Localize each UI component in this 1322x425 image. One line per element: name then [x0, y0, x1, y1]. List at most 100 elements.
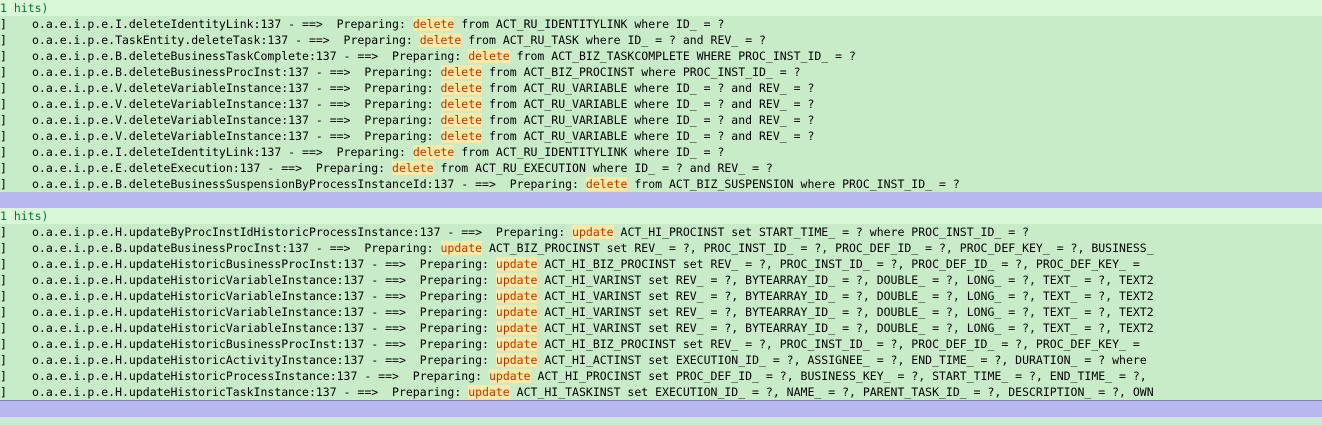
search-match-highlight: update: [495, 353, 538, 367]
search-match-highlight: update: [495, 257, 538, 271]
log-line[interactable]: ] o.a.e.i.p.e.I.deleteIdentityLink:137 - …: [0, 144, 1322, 160]
sql-text: ACT_HI_BIZ_PROCINST set REV_ = ?, PROC_I…: [537, 257, 1147, 271]
sql-text: from ACT_BIZ_PROCINST where PROC_INST_ID…: [482, 65, 801, 79]
log-line[interactable]: ] o.a.e.i.p.e.TaskEntity.deleteTask:137 -…: [0, 32, 1322, 48]
log-source: o.a.e.i.p.e.V.deleteVariableInstance:137…: [32, 129, 441, 143]
line-bracket: ]: [0, 337, 7, 351]
log-source: o.a.e.i.p.e.B.deleteBusinessProcInst:137…: [32, 65, 441, 79]
log-source: o.a.e.i.p.e.H.updateHistoricVariableInst…: [32, 289, 496, 303]
search-match-highlight: update: [495, 305, 538, 319]
log-source: o.a.e.i.p.e.V.deleteVariableInstance:137…: [32, 97, 441, 111]
log-source: o.a.e.i.p.e.E.deleteExecution:137 - ==> …: [32, 161, 393, 175]
search-match-highlight: delete: [468, 49, 510, 63]
sql-text: from ACT_RU_EXECUTION where ID_ = ? and …: [433, 161, 773, 175]
sql-text: ACT_HI_PROCINST set START_TIME_ = ? wher…: [613, 225, 1030, 239]
log-line[interactable]: ] o.a.e.i.p.e.H.updateByProcInstIdHistori…: [0, 224, 1322, 240]
log-source: o.a.e.i.p.e.H.updateByProcInstIdHistoric…: [32, 225, 573, 239]
log-line[interactable]: ] o.a.e.i.p.e.V.deleteVariableInstance:13…: [0, 80, 1322, 96]
log-source: o.a.e.i.p.e.H.updateHistoricVariableInst…: [32, 321, 496, 335]
line-bracket: ]: [0, 177, 7, 191]
search-match-highlight: delete: [419, 33, 462, 47]
line-bracket: ]: [0, 33, 7, 47]
search-match-highlight: delete: [440, 81, 483, 95]
log-source: o.a.e.i.p.e.H.updateHistoricBusinessProc…: [32, 257, 496, 271]
line-bracket: ]: [0, 145, 7, 159]
log-source: o.a.e.i.p.e.H.updateHistoricTaskInstance…: [32, 385, 469, 399]
log-source: o.a.e.i.p.e.I.deleteIdentityLink:137 - =…: [32, 17, 413, 31]
log-line[interactable]: ] o.a.e.i.p.e.B.deleteBusinessProcInst:13…: [0, 64, 1322, 80]
log-rows: ] o.a.e.i.p.e.H.updateByProcInstIdHistori…: [0, 224, 1322, 400]
log-source: o.a.e.i.p.e.H.updateHistoricActivityInst…: [32, 353, 496, 367]
sql-text: from ACT_RU_IDENTITYLINK where ID_ = ?: [454, 145, 725, 159]
search-match-highlight: update: [488, 369, 531, 383]
sql-text: ACT_HI_TASKINST set EXECUTION_ID_ = ?, N…: [509, 385, 1154, 399]
log-line[interactable]: ] o.a.e.i.p.e.B.deleteBusinessSuspensionB…: [0, 176, 1322, 192]
log-line[interactable]: ] o.a.e.i.p.e.H.updateHistoricActivityIns…: [0, 352, 1322, 368]
search-match-highlight: update: [495, 321, 538, 335]
sql-text: ACT_HI_VARINST set REV_ = ?, BYTEARRAY_I…: [537, 289, 1154, 303]
log-line[interactable]: ] o.a.e.i.p.e.H.updateHistoricVariableIns…: [0, 288, 1322, 304]
log-source: o.a.e.i.p.e.H.updateHistoricProcessInsta…: [32, 369, 489, 383]
search-match-highlight: delete: [440, 65, 483, 79]
line-bracket: ]: [0, 113, 7, 127]
log-line[interactable]: ] o.a.e.i.p.e.V.deleteVariableInstance:13…: [0, 96, 1322, 112]
log-line[interactable]: ] o.a.e.i.p.e.B.deleteBusinessTaskComplet…: [0, 48, 1322, 64]
line-bracket: ]: [0, 369, 7, 383]
line-bracket: ]: [0, 65, 7, 79]
search-match-highlight: delete: [440, 129, 483, 143]
search-match-highlight: update: [468, 385, 510, 399]
line-bracket: ]: [0, 81, 7, 95]
log-line[interactable]: ] o.a.e.i.p.e.V.deleteVariableInstance:13…: [0, 128, 1322, 144]
line-bracket: ]: [0, 49, 7, 63]
hits-header[interactable]: 1 hits): [0, 0, 1322, 16]
sql-text: ACT_HI_ACTINST set EXECUTION_ID_ = ?, AS…: [537, 353, 1147, 367]
log-line[interactable]: ] o.a.e.i.p.e.H.updateHistoricBusinessPro…: [0, 336, 1322, 352]
sql-text: ACT_HI_PROCINST set PROC_DEF_ID_ = ?, BU…: [530, 369, 1147, 383]
line-bracket: ]: [0, 17, 7, 31]
log-source: o.a.e.i.p.e.H.updateHistoricVariableInst…: [32, 273, 496, 287]
sql-text: from ACT_BIZ_SUSPENSION where PROC_INST_…: [627, 177, 960, 191]
log-source: o.a.e.i.p.e.B.deleteBusinessTaskComplete…: [32, 49, 469, 63]
log-line[interactable]: ] o.a.e.i.p.e.H.updateHistoricVariableIns…: [0, 272, 1322, 288]
sql-text: ACT_HI_VARINST set REV_ = ?, BYTEARRAY_I…: [537, 321, 1154, 335]
search-match-highlight: update: [440, 241, 483, 255]
sql-text: from ACT_RU_VARIABLE where ID_ = ? and R…: [482, 129, 815, 143]
log-line[interactable]: ] o.a.e.i.p.e.I.deleteIdentityLink:137 - …: [0, 16, 1322, 32]
search-match-highlight: delete: [585, 177, 628, 191]
log-view: 1 hits) ] o.a.e.i.p.e.I.deleteIdentityLin…: [0, 0, 1322, 417]
log-line[interactable]: ] o.a.e.i.p.e.H.updateHistoricVariableIns…: [0, 320, 1322, 336]
line-bracket: ]: [0, 129, 7, 143]
line-bracket: ]: [0, 289, 7, 303]
log-line[interactable]: ] o.a.e.i.p.e.B.updateBusinessProcInst:13…: [0, 240, 1322, 256]
search-match-highlight: update: [495, 273, 538, 287]
line-bracket: ]: [0, 353, 7, 367]
log-line[interactable]: ] o.a.e.i.p.e.V.deleteVariableInstance:13…: [0, 112, 1322, 128]
search-result-block-1: 1 hits) ] o.a.e.i.p.e.I.deleteIdentityLin…: [0, 0, 1322, 192]
search-match-highlight: update: [572, 225, 614, 239]
log-line[interactable]: ] o.a.e.i.p.e.H.updateHistoricVariableIns…: [0, 304, 1322, 320]
log-line[interactable]: ] o.a.e.i.p.e.H.updateHistoricProcessInst…: [0, 368, 1322, 384]
sql-text: from ACT_RU_VARIABLE where ID_ = ? and R…: [482, 97, 815, 111]
sql-text: ACT_HI_VARINST set REV_ = ?, BYTEARRAY_I…: [537, 305, 1154, 319]
line-bracket: ]: [0, 305, 7, 319]
line-bracket: ]: [0, 385, 7, 399]
log-source: o.a.e.i.p.e.V.deleteVariableInstance:137…: [32, 113, 441, 127]
log-rows: ] o.a.e.i.p.e.I.deleteIdentityLink:137 - …: [0, 16, 1322, 192]
log-source: o.a.e.i.p.e.B.deleteBusinessSuspensionBy…: [32, 177, 586, 191]
search-result-block-2: 1 hits) ] o.a.e.i.p.e.H.updateByProcInstI…: [0, 208, 1322, 400]
sql-text: from ACT_RU_TASK where ID_ = ? and REV_ …: [461, 33, 766, 47]
log-source: o.a.e.i.p.e.TaskEntity.deleteTask:137 - …: [32, 33, 420, 47]
log-line[interactable]: ] o.a.e.i.p.e.H.updateHistoricTaskInstanc…: [0, 384, 1322, 400]
hits-header[interactable]: 1 hits): [0, 208, 1322, 224]
search-match-highlight: update: [495, 289, 538, 303]
log-source: o.a.e.i.p.e.V.deleteVariableInstance:137…: [32, 81, 441, 95]
line-bracket: ]: [0, 161, 7, 175]
sql-text: from ACT_RU_VARIABLE where ID_ = ? and R…: [482, 81, 815, 95]
log-line[interactable]: ] o.a.e.i.p.e.H.updateHistoricBusinessPro…: [0, 256, 1322, 272]
line-bracket: ]: [0, 273, 7, 287]
sql-text: from ACT_RU_IDENTITYLINK where ID_ = ?: [454, 17, 725, 31]
sql-text: ACT_HI_VARINST set REV_ = ?, BYTEARRAY_I…: [537, 273, 1154, 287]
sql-text: ACT_HI_BIZ_PROCINST set REV_ = ?, PROC_I…: [537, 337, 1147, 351]
log-line[interactable]: ] o.a.e.i.p.e.E.deleteExecution:137 - ==>…: [0, 160, 1322, 176]
search-match-highlight: delete: [440, 113, 483, 127]
